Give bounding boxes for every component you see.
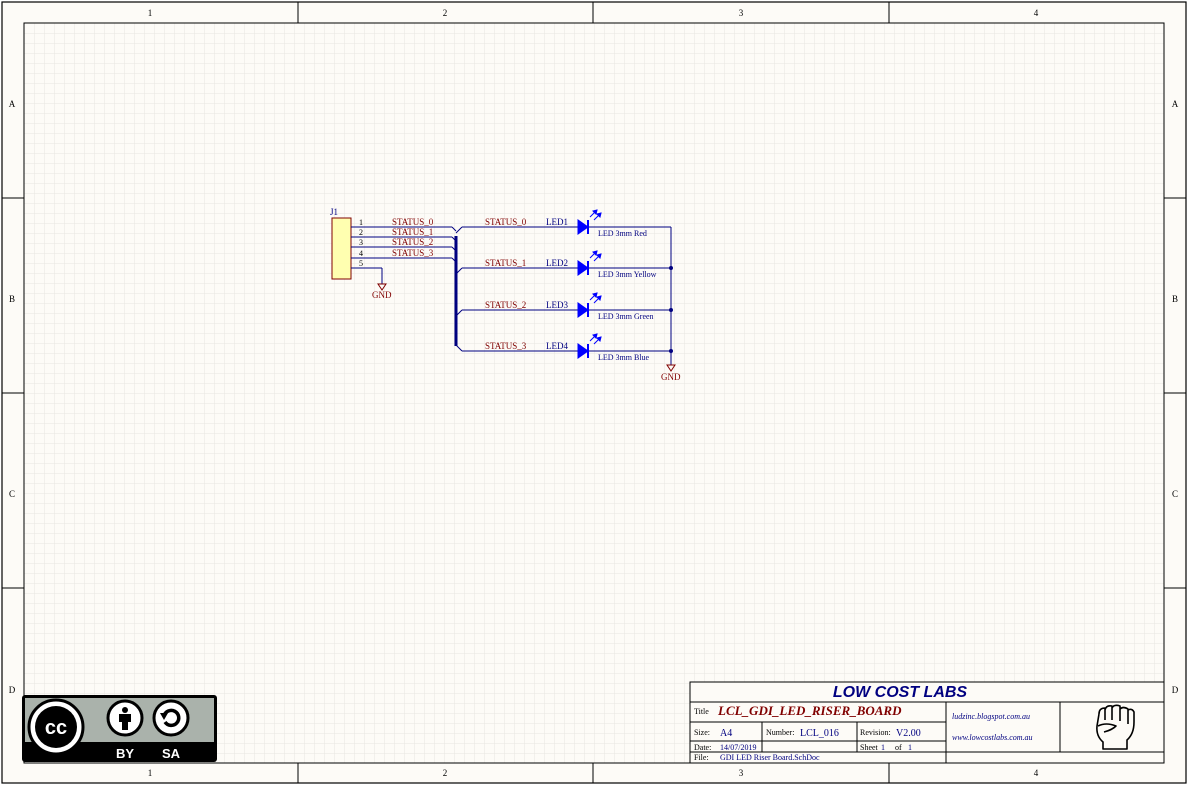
- row-label-left-a: A: [9, 99, 16, 109]
- pin-number-2: 2: [359, 228, 363, 237]
- revision-label: Revision:: [860, 728, 891, 737]
- revision-value: V2.00: [896, 728, 921, 739]
- sheet-label: Sheet: [860, 743, 879, 752]
- column-label-top-4: 4: [1034, 8, 1039, 18]
- share-alike-icon: [152, 699, 190, 737]
- led-4-value: LED 3mm Blue: [598, 353, 650, 362]
- led-3-value: LED 3mm Green: [598, 312, 654, 321]
- led-2-designator: LED2: [546, 258, 568, 268]
- title-block: LOW COST LABS Title LCL_GDI_LED_RISER_BO…: [689, 681, 1165, 764]
- website-url: www.lowcostlabs.com.au: [952, 733, 1033, 742]
- size-value: A4: [720, 728, 732, 739]
- led-4-designator: LED4: [546, 341, 568, 351]
- row-label-left-b: B: [9, 294, 15, 304]
- row-label-right-c: C: [1172, 489, 1178, 499]
- row-label-right-d: D: [1172, 685, 1179, 695]
- pin-number-3: 3: [359, 238, 363, 247]
- drawing-area-grid: [23, 22, 1165, 764]
- led-2-value: LED 3mm Yellow: [598, 270, 657, 279]
- net-label-j1-status-2: STATUS_2: [392, 237, 433, 247]
- led-4-net-label: STATUS_3: [485, 341, 527, 351]
- net-label-j1-status-3: STATUS_3: [392, 248, 434, 258]
- date-label: Date:: [694, 743, 711, 752]
- row-label-left-d: D: [9, 685, 16, 695]
- column-label-top-2: 2: [443, 8, 448, 18]
- led-1-value: LED 3mm Red: [598, 229, 647, 238]
- column-label-bottom-4: 4: [1034, 768, 1039, 778]
- row-label-right-a: A: [1172, 99, 1179, 109]
- company-name: LOW COST LABS: [833, 684, 968, 701]
- column-label-bottom-1: 1: [148, 768, 153, 778]
- of-label: of: [895, 743, 902, 752]
- row-label-right-b: B: [1172, 294, 1178, 304]
- pin-number-1: 1: [359, 218, 363, 227]
- connector-designator: J1: [330, 207, 338, 217]
- led-1-designator: LED1: [546, 217, 568, 227]
- number-label: Number:: [766, 728, 794, 737]
- blog-url: ludzinc.blogspot.com.au: [952, 712, 1030, 721]
- net-label-j1-status-0: STATUS_0: [392, 217, 434, 227]
- pin-number-5: 5: [359, 259, 363, 268]
- column-label-bottom-2: 2: [443, 768, 448, 778]
- date-value: 14/07/2019: [720, 743, 756, 752]
- by-label: BY: [116, 746, 134, 761]
- cc-icon-text: cc: [45, 717, 67, 739]
- schematic-sheet: 1 2 3 4 1 2 3 4 A B C D A B C D J1 1 2 3: [1, 1, 1187, 784]
- pin-number-4: 4: [359, 249, 363, 258]
- attribution-icon: [106, 699, 144, 737]
- connector-body: [331, 217, 352, 280]
- file-label: File:: [694, 753, 709, 762]
- cc-license-badge: cc BY SA: [22, 695, 217, 762]
- led-1-net-label: STATUS_0: [485, 217, 527, 227]
- cc-icon: cc: [27, 698, 85, 756]
- ground-label-leds: GND: [661, 372, 681, 382]
- drawing-title: LCL_GDI_LED_RISER_BOARD: [717, 703, 902, 718]
- column-label-top-3: 3: [739, 8, 744, 18]
- file-value: GDI LED Riser Board.SchDoc: [720, 753, 820, 762]
- number-value: LCL_016: [800, 728, 839, 739]
- led-3-designator: LED3: [546, 300, 568, 310]
- column-label-top-1: 1: [148, 8, 153, 18]
- ground-label-j1: GND: [372, 290, 392, 300]
- sheet-value: 1: [881, 743, 885, 752]
- sa-label: SA: [162, 746, 181, 761]
- led-3-net-label: STATUS_2: [485, 300, 526, 310]
- size-label: Size:: [694, 728, 710, 737]
- row-label-left-c: C: [9, 489, 15, 499]
- net-label-j1-status-1: STATUS_1: [392, 227, 433, 237]
- led-2-net-label: STATUS_1: [485, 258, 526, 268]
- sheets-value: 1: [908, 743, 912, 752]
- title-label: Title: [694, 707, 709, 716]
- column-label-bottom-3: 3: [739, 768, 744, 778]
